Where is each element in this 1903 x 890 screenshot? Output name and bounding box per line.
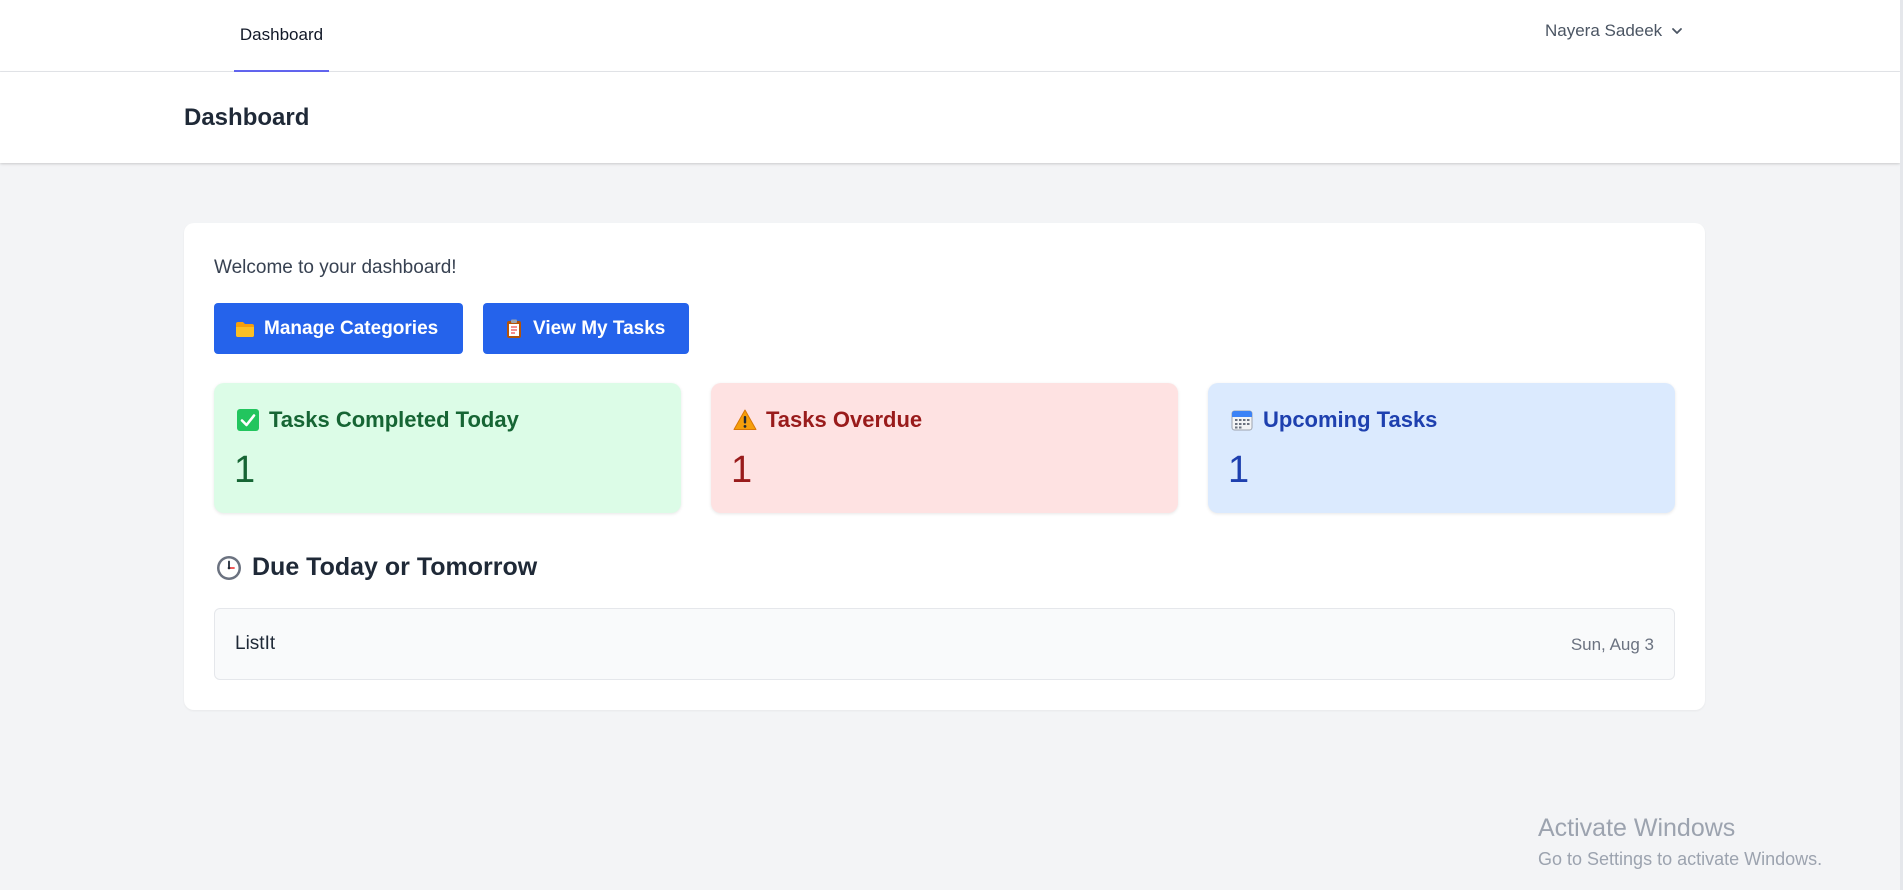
user-menu[interactable]: Nayera Sadeek (1545, 18, 1684, 44)
due-section-label: Due Today or Tomorrow (252, 553, 538, 581)
warning-icon (733, 409, 757, 430)
stat-card-value: 1 (731, 449, 753, 491)
user-name: Nayera Sadeek (1545, 21, 1663, 40)
welcome-message: Welcome to your dashboard! (214, 257, 457, 278)
stat-card-header: Upcoming Tasks (1230, 407, 1437, 433)
stat-card-header: Tasks Overdue (733, 407, 922, 433)
stat-card-completed: Tasks Completed Today 1 (214, 383, 681, 513)
stat-card-value: 1 (1228, 449, 1250, 491)
stat-card-header: Tasks Completed Today (236, 407, 519, 433)
nav-link-dashboard[interactable]: Dashboard (234, 0, 329, 72)
page-title: Dashboard (184, 104, 310, 131)
top-nav: Dashboard Nayera Sadeek (0, 0, 1900, 72)
activate-windows-watermark: Activate Windows Go to Settings to activ… (1538, 814, 1822, 870)
due-task-date: Sun, Aug 3 (1570, 635, 1654, 654)
manage-categories-label: Manage Categories (264, 317, 439, 339)
stat-card-label: Upcoming Tasks (1263, 407, 1438, 432)
view-my-tasks-label: View My Tasks (533, 317, 666, 339)
stat-card-value: 1 (234, 449, 256, 491)
clipboard-icon (507, 319, 521, 338)
stat-card-label: Tasks Completed Today (269, 407, 519, 432)
due-task-row[interactable]: ListIt Sun, Aug 3 (214, 608, 1675, 680)
watermark-subtitle: Go to Settings to activate Windows. (1538, 849, 1823, 869)
manage-categories-button[interactable]: Manage Categories (214, 303, 463, 354)
dashboard-card: Welcome to your dashboard! Manage Catego… (184, 223, 1705, 710)
folder-icon (236, 321, 254, 337)
page: Dashboard Nayera Sadeek Dashboard Welcom… (0, 0, 1903, 890)
clock-icon (217, 555, 241, 580)
page-header: Dashboard (0, 72, 1900, 163)
due-task-name: ListIt (235, 633, 276, 654)
view-my-tasks-button[interactable]: View My Tasks (483, 303, 689, 354)
check-mark-button-icon (237, 409, 259, 431)
chevron-down-icon (1672, 28, 1683, 34)
calendar-icon (1231, 410, 1253, 431)
stat-card-overdue: Tasks Overdue 1 (711, 383, 1178, 513)
stat-card-label: Tasks Overdue (766, 407, 923, 432)
due-section-title: Due Today or Tomorrow (216, 553, 537, 582)
stat-card-upcoming: Upcoming Tasks 1 (1208, 383, 1675, 513)
watermark-title: Activate Windows (1538, 814, 1736, 842)
